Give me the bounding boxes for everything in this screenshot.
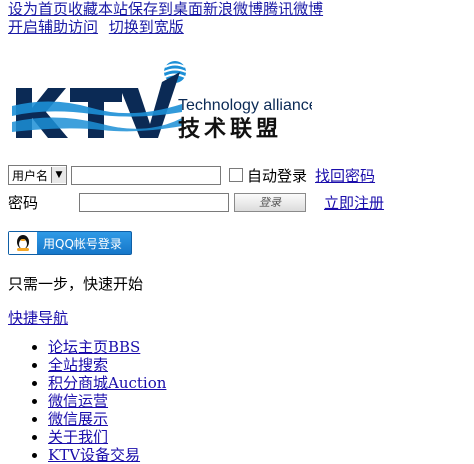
set-home-link[interactable]: 设为首页 <box>8 0 68 18</box>
password-label: 密码 <box>8 193 39 212</box>
login-button[interactable]: 登录 <box>234 192 306 212</box>
nav-wechat-show-link[interactable]: 微信展示 <box>48 410 108 428</box>
register-link[interactable]: 立即注册 <box>324 192 384 213</box>
username-input[interactable] <box>71 165 222 185</box>
ktv-logo[interactable]: Technology alliance 技术联盟 <box>12 58 312 144</box>
nav-list: 论坛主页BBS 全站搜索 积分商城Auction 微信运营 微信展示 关于我们 … <box>28 338 166 464</box>
qq-login-button[interactable]: 用QQ帐号登录 <box>8 231 132 255</box>
accessibility-link[interactable]: 开启辅助访问 <box>8 18 98 36</box>
chevron-down-icon[interactable]: ▼ <box>51 167 67 183</box>
nav-about-link[interactable]: 关于我们 <box>48 428 108 446</box>
sina-weibo-link[interactable]: 新浪微博 <box>203 0 263 18</box>
nav-bbs-link[interactable]: 论坛主页BBS <box>48 338 140 356</box>
top-links: 设为首页收藏本站保存到桌面新浪微博腾讯微博 开启辅助访问 切换到宽版 <box>8 0 323 36</box>
nav-ktv-trade-link[interactable]: KTV设备交易 <box>48 446 140 464</box>
bookmark-link[interactable]: 收藏本站 <box>68 0 128 18</box>
password-row: 密码 登录 立即注册 <box>8 191 384 213</box>
nav-search-link[interactable]: 全站搜索 <box>48 356 108 374</box>
qq-penguin-icon <box>9 232 37 254</box>
username-select-label: 用户名 <box>12 168 49 183</box>
logo-subtitle-cn: 技术联盟 <box>178 117 282 142</box>
find-password-link[interactable]: 找回密码 <box>315 165 375 186</box>
auto-login-checkbox[interactable] <box>229 168 244 182</box>
qq-login-label: 用QQ帐号登录 <box>43 236 122 251</box>
quick-nav-link[interactable]: 快捷导航 <box>8 307 68 328</box>
password-input[interactable] <box>79 192 229 212</box>
list-item: 论坛主页BBS <box>48 338 166 356</box>
username-type-select[interactable]: 用户名 ▼ <box>8 165 68 185</box>
wide-mode-link[interactable]: 切换到宽版 <box>109 18 184 36</box>
list-item: 全站搜索 <box>48 356 166 374</box>
nav-wechat-ops-link[interactable]: 微信运营 <box>48 392 108 410</box>
list-item: 关于我们 <box>48 428 166 446</box>
list-item: 积分商城Auction <box>48 374 166 392</box>
list-item: 微信展示 <box>48 410 166 428</box>
tagline: 只需一步，快速开始 <box>8 275 144 293</box>
logo-subtitle-en: Technology alliance <box>178 97 312 114</box>
auto-login-label: 自动登录 <box>247 166 308 185</box>
nav-auction-link[interactable]: 积分商城Auction <box>48 374 166 392</box>
list-item: KTV设备交易 <box>48 446 166 464</box>
save-desktop-link[interactable]: 保存到桌面 <box>128 0 203 18</box>
list-item: 微信运营 <box>48 392 166 410</box>
username-row: 用户名 ▼ 自动登录 找回密码 <box>8 164 375 186</box>
tencent-weibo-link[interactable]: 腾讯微博 <box>263 0 323 18</box>
